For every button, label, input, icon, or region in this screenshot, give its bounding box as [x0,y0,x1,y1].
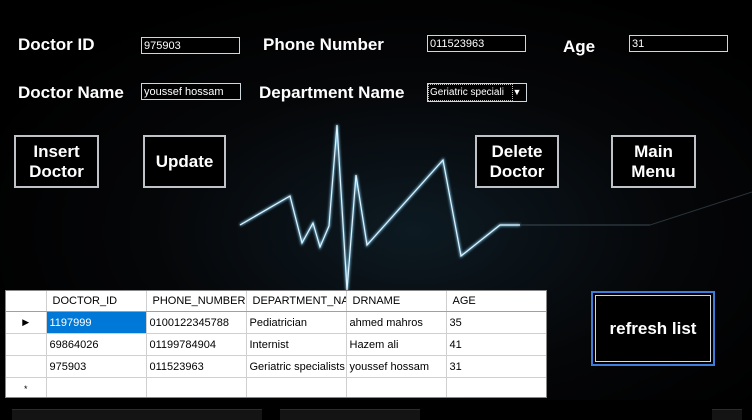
table-cell[interactable]: Internist [246,333,347,356]
doctor-form: Doctor ID Phone Number Age Doctor Name D… [0,0,752,420]
table-cell[interactable] [146,377,247,397]
row-pointer-icon[interactable]: ▶ [6,311,47,334]
column-header-doctor-id[interactable]: DOCTOR_ID [46,291,147,312]
new-row-icon[interactable]: * [6,377,47,397]
table-row[interactable]: 69864026 01199784904 Internist Hazem ali… [6,333,546,356]
table-cell[interactable]: 975903 [46,355,147,378]
doctor-name-label: Doctor Name [18,83,124,102]
doctor-id-input[interactable] [141,37,240,54]
table-cell[interactable]: Pediatrician [246,311,347,334]
new-row[interactable]: * [6,377,546,397]
table-cell[interactable]: 011523963 [146,355,247,378]
table-cell[interactable]: youssef hossam [346,355,447,378]
doctor-name-input[interactable] [141,83,241,100]
department-name-label: Department Name [259,83,405,102]
update-button[interactable]: Update [143,135,226,188]
phone-number-input[interactable] [427,35,526,52]
row-header[interactable] [6,333,47,356]
row-header[interactable] [6,355,47,378]
grid-corner-cell[interactable] [6,291,47,312]
column-header-phone-number[interactable]: PHONE_NUMBER [146,291,247,312]
table-row[interactable]: 975903 011523963 Geriatric specialists y… [6,355,546,378]
doctor-id-label: Doctor ID [18,35,95,54]
age-input[interactable] [629,35,728,52]
table-row[interactable]: ▶ 1197999 0100122345788 Pediatrician ahm… [6,311,546,334]
table-cell[interactable]: 0100122345788 [146,311,247,334]
table-cell[interactable]: 31 [446,355,546,378]
table-cell[interactable]: 69864026 [46,333,147,356]
department-select-value: Geriatric speciali [428,84,513,101]
column-header-department[interactable]: DEPARTMENT_NA [246,291,347,312]
table-cell[interactable]: 41 [446,333,546,356]
taskbar-item[interactable] [712,409,742,420]
column-header-age[interactable]: AGE [446,291,546,312]
taskbar-item[interactable] [280,409,420,420]
refresh-list-button[interactable]: refresh list [591,291,715,366]
main-menu-button[interactable]: Main Menu [611,135,696,188]
table-cell[interactable]: 1197999 [46,311,147,334]
chevron-down-icon[interactable]: ▼ [510,85,524,100]
table-cell[interactable] [246,377,347,397]
phone-number-label: Phone Number [263,35,384,54]
table-cell[interactable] [46,377,147,397]
table-cell[interactable] [346,377,447,397]
table-cell[interactable]: 01199784904 [146,333,247,356]
delete-doctor-button[interactable]: Delete Doctor [475,135,559,188]
table-cell[interactable]: 35 [446,311,546,334]
department-select[interactable]: Geriatric speciali ▼ [427,83,527,102]
doctors-grid[interactable]: DOCTOR_ID PHONE_NUMBER DEPARTMENT_NA DRN… [5,290,547,398]
grid-header-row: DOCTOR_ID PHONE_NUMBER DEPARTMENT_NA DRN… [6,291,546,312]
taskbar-item[interactable] [12,409,262,420]
table-cell[interactable]: Hazem ali [346,333,447,356]
insert-doctor-button[interactable]: Insert Doctor [14,135,99,188]
table-cell[interactable] [446,377,546,397]
table-cell[interactable]: ahmed mahros [346,311,447,334]
column-header-drname[interactable]: DRNAME [346,291,447,312]
age-label: Age [563,37,596,56]
table-cell[interactable]: Geriatric specialists [246,355,347,378]
